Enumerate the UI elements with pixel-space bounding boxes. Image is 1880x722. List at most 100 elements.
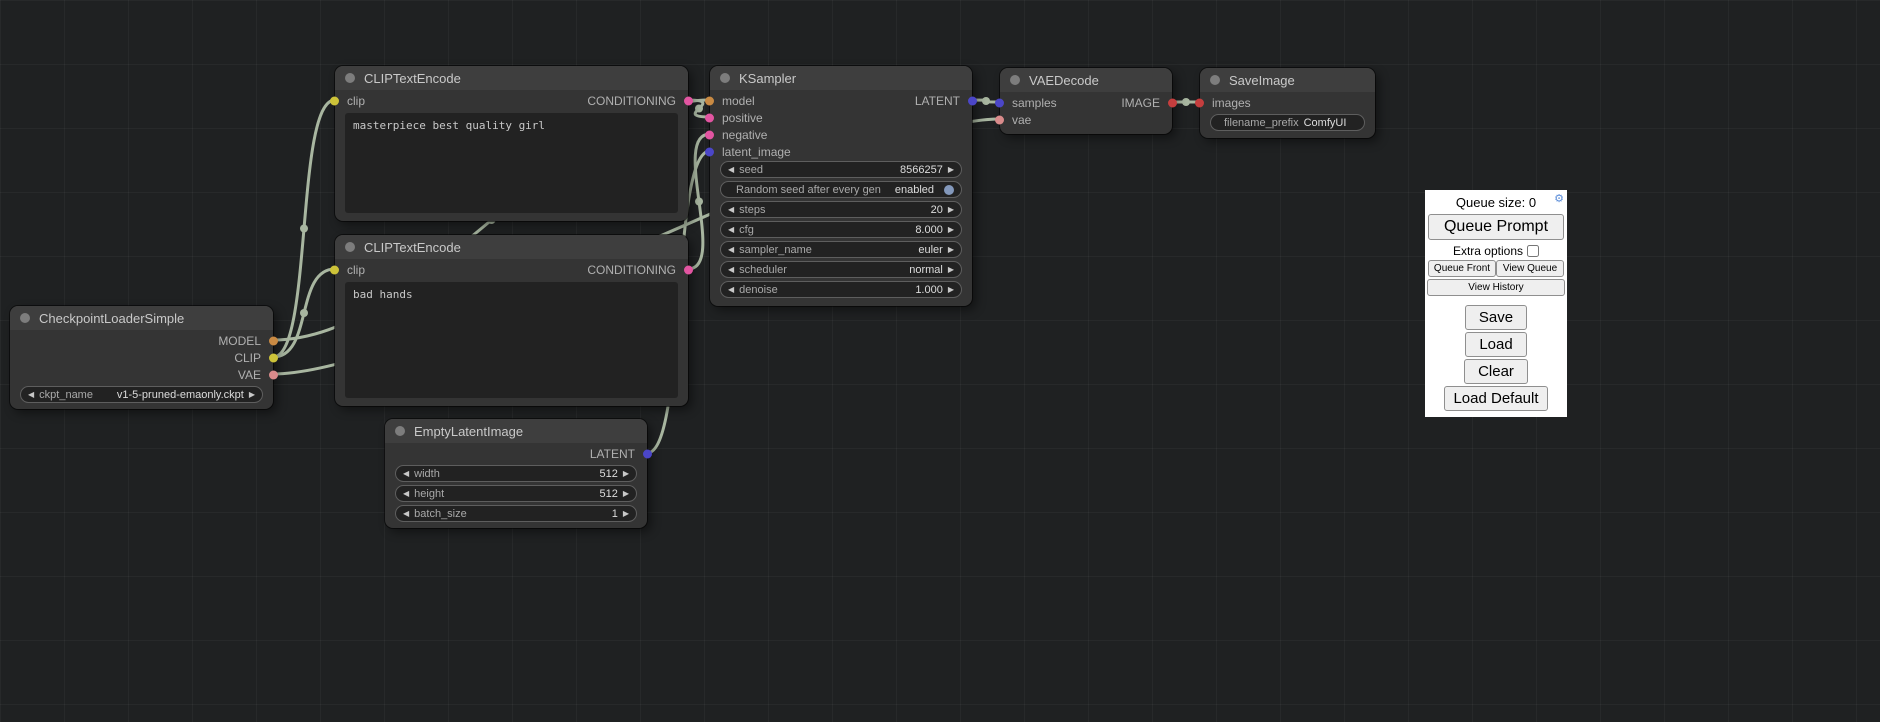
widget-scheduler[interactable]: ◀ scheduler normal ▶ — [720, 261, 962, 278]
node-title-bar[interactable]: KSampler — [710, 66, 972, 90]
load-default-button[interactable]: Load Default — [1444, 386, 1547, 411]
collapse-dot-icon[interactable] — [395, 426, 405, 436]
increment-arrow-icon[interactable]: ▶ — [623, 490, 629, 498]
decrement-arrow-icon[interactable]: ◀ — [728, 286, 734, 294]
node-title-bar[interactable]: SaveImage — [1200, 68, 1375, 92]
node-clip-text-encode-positive[interactable]: CLIPTextEncode clip CONDITIONING masterp… — [335, 66, 688, 221]
slot-label: LATENT — [590, 447, 635, 461]
decrement-arrow-icon[interactable]: ◀ — [403, 490, 409, 498]
widget-cfg[interactable]: ◀ cfg 8.000 ▶ — [720, 221, 962, 238]
slot-label: CONDITIONING — [587, 263, 676, 277]
port-vae-input[interactable] — [995, 115, 1004, 124]
widget-steps[interactable]: ◀ steps 20 ▶ — [720, 201, 962, 218]
negative-prompt-textarea[interactable]: bad hands — [345, 282, 678, 398]
widget-height[interactable]: ◀ height 512 ▶ — [395, 485, 637, 502]
widget-seed[interactable]: ◀ seed 8566257 ▶ — [720, 161, 962, 178]
increment-arrow-icon[interactable]: ▶ — [948, 266, 954, 274]
port-positive-input[interactable] — [705, 113, 714, 122]
widget-width[interactable]: ◀ width 512 ▶ — [395, 465, 637, 482]
collapse-dot-icon[interactable] — [1210, 75, 1220, 85]
settings-gear-icon[interactable]: ⚙ — [1554, 192, 1564, 205]
node-empty-latent-image[interactable]: EmptyLatentImage LATENT ◀ width 512 ▶ ◀ … — [385, 419, 647, 528]
port-latent-image-input[interactable] — [705, 147, 714, 156]
decrement-arrow-icon[interactable]: ◀ — [728, 206, 734, 214]
widget-random-seed-toggle[interactable]: Random seed after every gen enabled — [720, 181, 962, 198]
widget-filename-prefix[interactable]: filename_prefix ComfyUI — [1210, 114, 1365, 131]
queue-size-label: Queue size: 0 — [1456, 195, 1536, 210]
output-slot-clip: CLIP — [10, 349, 273, 366]
port-conditioning-output[interactable] — [684, 96, 693, 105]
queue-front-button[interactable]: Queue Front — [1428, 260, 1496, 277]
increment-arrow-icon[interactable]: ▶ — [948, 226, 954, 234]
slot-row: clip CONDITIONING — [335, 92, 688, 109]
port-model-output[interactable] — [269, 336, 278, 345]
widget-ckpt-name[interactable]: ◀ ckpt_name v1-5-pruned-emaonly.ckpt ▶ — [20, 386, 263, 403]
node-title-bar[interactable]: CheckpointLoaderSimple — [10, 306, 273, 330]
node-title-bar[interactable]: VAEDecode — [1000, 68, 1172, 92]
increment-arrow-icon[interactable]: ▶ — [623, 470, 629, 478]
decrement-arrow-icon[interactable]: ◀ — [403, 470, 409, 478]
node-save-image[interactable]: SaveImage images filename_prefix ComfyUI — [1200, 68, 1375, 138]
decrement-arrow-icon[interactable]: ◀ — [728, 246, 734, 254]
positive-prompt-textarea[interactable]: masterpiece best quality girl — [345, 113, 678, 213]
slot-row: model LATENT — [710, 92, 972, 109]
slot-label: samples — [1012, 96, 1057, 110]
node-graph-canvas[interactable]: CheckpointLoaderSimple MODEL CLIP VAE ◀ … — [0, 0, 1880, 722]
clear-button[interactable]: Clear — [1464, 359, 1528, 384]
load-button[interactable]: Load — [1465, 332, 1526, 357]
slot-label: IMAGE — [1121, 96, 1160, 110]
port-samples-input[interactable] — [995, 98, 1004, 107]
node-title: EmptyLatentImage — [414, 424, 523, 439]
save-button[interactable]: Save — [1465, 305, 1527, 330]
queue-prompt-button[interactable]: Queue Prompt — [1428, 214, 1564, 240]
increment-arrow-icon[interactable]: ▶ — [948, 166, 954, 174]
decrement-arrow-icon[interactable]: ◀ — [403, 510, 409, 518]
decrement-arrow-icon[interactable]: ◀ — [728, 166, 734, 174]
port-clip-output[interactable] — [269, 353, 278, 362]
node-title-bar[interactable]: CLIPTextEncode — [335, 66, 688, 90]
node-clip-text-encode-negative[interactable]: CLIPTextEncode clip CONDITIONING bad han… — [335, 235, 688, 406]
slot-row: clip CONDITIONING — [335, 261, 688, 278]
increment-arrow-icon[interactable]: ▶ — [948, 206, 954, 214]
increment-arrow-icon[interactable]: ▶ — [249, 391, 255, 399]
node-title: VAEDecode — [1029, 73, 1099, 88]
collapse-dot-icon[interactable] — [20, 313, 30, 323]
node-ksampler[interactable]: KSampler model LATENT positive negative … — [710, 66, 972, 306]
node-checkpoint-loader-simple[interactable]: CheckpointLoaderSimple MODEL CLIP VAE ◀ … — [10, 306, 273, 409]
view-history-button[interactable]: View History — [1427, 279, 1565, 296]
port-conditioning-output[interactable] — [684, 265, 693, 274]
collapse-dot-icon[interactable] — [720, 73, 730, 83]
widget-sampler-name[interactable]: ◀ sampler_name euler ▶ — [720, 241, 962, 258]
port-latent-output[interactable] — [643, 449, 652, 458]
port-clip-input[interactable] — [330, 265, 339, 274]
port-images-input[interactable] — [1195, 98, 1204, 107]
input-slot-latent-image: latent_image — [710, 143, 972, 160]
output-slot-vae: VAE — [10, 366, 273, 383]
port-latent-output[interactable] — [968, 96, 977, 105]
node-vae-decode[interactable]: VAEDecode samples IMAGE vae — [1000, 68, 1172, 134]
decrement-arrow-icon[interactable]: ◀ — [728, 266, 734, 274]
collapse-dot-icon[interactable] — [345, 242, 355, 252]
port-vae-output[interactable] — [269, 370, 278, 379]
slot-label: negative — [722, 128, 767, 142]
collapse-dot-icon[interactable] — [345, 73, 355, 83]
increment-arrow-icon[interactable]: ▶ — [948, 286, 954, 294]
widget-batch-size[interactable]: ◀ batch_size 1 ▶ — [395, 505, 637, 522]
port-negative-input[interactable] — [705, 130, 714, 139]
increment-arrow-icon[interactable]: ▶ — [623, 510, 629, 518]
port-image-output[interactable] — [1168, 98, 1177, 107]
node-title-bar[interactable]: EmptyLatentImage — [385, 419, 647, 443]
toggle-knob-icon[interactable] — [944, 185, 954, 195]
widget-denoise[interactable]: ◀ denoise 1.000 ▶ — [720, 281, 962, 298]
node-title-bar[interactable]: CLIPTextEncode — [335, 235, 688, 259]
port-clip-input[interactable] — [330, 96, 339, 105]
port-model-input[interactable] — [705, 96, 714, 105]
collapse-dot-icon[interactable] — [1010, 75, 1020, 85]
decrement-arrow-icon[interactable]: ◀ — [728, 226, 734, 234]
increment-arrow-icon[interactable]: ▶ — [948, 246, 954, 254]
node-title: KSampler — [739, 71, 796, 86]
decrement-arrow-icon[interactable]: ◀ — [28, 391, 34, 399]
view-queue-button[interactable]: View Queue — [1496, 260, 1564, 277]
input-slot-positive: positive — [710, 109, 972, 126]
extra-options-checkbox[interactable] — [1527, 245, 1539, 257]
